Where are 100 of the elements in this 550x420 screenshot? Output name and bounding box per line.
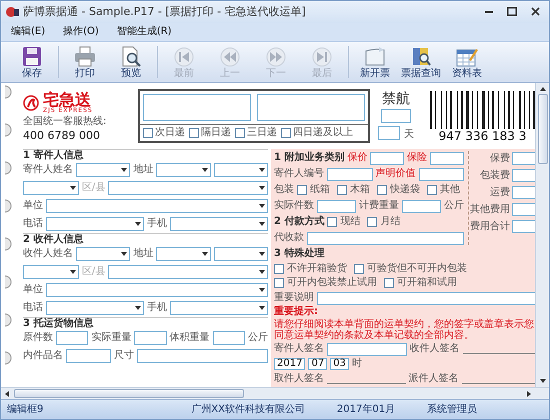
checkbox[interactable]	[274, 264, 284, 274]
dropdown-field[interactable]	[46, 217, 144, 232]
field-hint: 区/县	[82, 183, 106, 194]
dropdown-field[interactable]	[23, 181, 79, 196]
dropdown-field[interactable]	[214, 163, 268, 178]
dropdown-field[interactable]	[108, 265, 268, 280]
caret-icon	[135, 306, 141, 310]
input-field[interactable]	[402, 200, 441, 213]
input-field[interactable]	[66, 349, 111, 364]
field-label: 单位	[23, 201, 43, 212]
input-field[interactable]: 07	[308, 358, 328, 370]
dropdown-field[interactable]	[108, 181, 268, 196]
input-field[interactable]	[212, 331, 245, 346]
dropdown-field[interactable]	[76, 163, 130, 178]
caret-icon	[70, 186, 76, 190]
field-label: 寄件人姓名	[23, 165, 73, 176]
toolbar-button[interactable]: 新开票	[352, 44, 398, 80]
field-label: 重要说明	[274, 293, 314, 304]
checkbox-label: 可开内包装禁止试用	[287, 278, 377, 288]
app-icon	[5, 4, 19, 19]
checkbox[interactable]	[235, 128, 245, 138]
hotline-number: 400 6789 000	[23, 130, 101, 141]
field-label: 公斤	[248, 333, 268, 344]
input-field[interactable]	[134, 331, 167, 346]
toolbar-button[interactable]: 保存	[9, 44, 55, 80]
field-label: 派件人签名	[408, 374, 458, 384]
close-icon	[531, 7, 540, 16]
scrollbar-thumb[interactable]	[14, 389, 244, 398]
notice-title: 重要提示:	[274, 306, 319, 317]
toolbar-button[interactable]: 打印	[62, 44, 108, 80]
logo-icon	[23, 94, 39, 111]
caret-icon	[258, 252, 265, 256]
caret-icon	[258, 168, 265, 172]
input-field[interactable]	[430, 152, 464, 165]
input-field[interactable]	[418, 168, 464, 181]
dropdown-field[interactable]	[170, 301, 268, 316]
dropdown-field[interactable]	[214, 247, 268, 262]
input-field[interactable]	[307, 232, 464, 245]
input-field[interactable]	[257, 94, 365, 122]
dropdown-field[interactable]	[76, 247, 130, 262]
input-field[interactable]	[56, 331, 88, 346]
checkbox[interactable]	[337, 185, 347, 196]
input-field[interactable]	[143, 94, 251, 122]
minimize-icon	[485, 10, 493, 13]
toolbar-button[interactable]: 票据查询	[398, 44, 444, 80]
checkbox-label: 可开箱和试用	[397, 278, 457, 288]
field-label: 电话	[23, 219, 43, 230]
dropdown-field[interactable]	[156, 163, 211, 178]
input-field[interactable]	[512, 186, 535, 200]
checkbox[interactable]	[274, 278, 284, 288]
dropdown-field[interactable]	[46, 301, 144, 316]
horizontal-scrollbar[interactable]	[1, 387, 549, 400]
input-field[interactable]	[512, 169, 535, 182]
toolbar-button[interactable]: 资料表	[444, 44, 490, 80]
dropdown-field[interactable]	[170, 217, 268, 232]
printer-icon	[74, 46, 96, 67]
vertical-scrollbar[interactable]	[535, 83, 549, 388]
scroll-left-icon	[4, 390, 10, 398]
section-heading: 2 付款方式	[274, 217, 324, 228]
checkbox[interactable]	[297, 185, 307, 196]
fee-label: 其他费用	[470, 204, 510, 215]
caret-icon	[259, 186, 265, 190]
checkbox[interactable]	[427, 185, 437, 196]
input-field[interactable]	[378, 126, 400, 140]
field-label: 实际件数	[274, 201, 314, 212]
dropdown-field[interactable]	[23, 265, 79, 280]
checkbox[interactable]	[384, 278, 394, 288]
dropdown-field[interactable]	[46, 283, 268, 298]
checkbox[interactable]	[377, 185, 387, 196]
notice-text: 请您仔细阅读本单背面的运单契约，您的签字或盖章表示您同意运单契约的条款及本单记载的全部内容。	[274, 318, 535, 341]
dropdown-field[interactable]	[156, 247, 211, 262]
checkbox[interactable]	[354, 264, 364, 274]
checkbox[interactable]	[189, 128, 199, 138]
input-field[interactable]	[317, 200, 356, 213]
input-field[interactable]	[327, 168, 372, 181]
dropdown-field[interactable]	[46, 199, 268, 214]
scrollbar-thumb[interactable]	[538, 94, 548, 164]
menu-item[interactable]: 编辑(E)	[9, 24, 48, 39]
toolbar-button[interactable]: 预览	[108, 44, 154, 80]
input-field[interactable]	[512, 203, 535, 216]
field-label: 保险	[407, 153, 428, 164]
input-field[interactable]	[512, 152, 535, 166]
input-field[interactable]: 03	[330, 358, 349, 370]
input-field[interactable]	[381, 109, 411, 124]
menu-item[interactable]: 智能生成(R)	[114, 24, 174, 39]
input-field[interactable]	[370, 152, 404, 165]
input-field[interactable]	[137, 349, 268, 364]
fee-label: 费用合计	[470, 222, 510, 232]
checkbox[interactable]	[367, 217, 378, 228]
input-field[interactable]	[317, 292, 535, 305]
input-field[interactable]	[327, 342, 406, 356]
checkbox[interactable]	[143, 128, 153, 138]
input-field[interactable]: 2017	[274, 358, 306, 370]
menu-item[interactable]: 操作(O)	[61, 24, 101, 39]
field-hint: 区/县	[82, 267, 106, 278]
input-field[interactable]	[512, 220, 535, 234]
maximize-icon	[507, 7, 517, 16]
field-label: 寄件人编号	[274, 169, 324, 180]
checkbox[interactable]	[281, 128, 291, 138]
checkbox[interactable]	[327, 217, 338, 228]
